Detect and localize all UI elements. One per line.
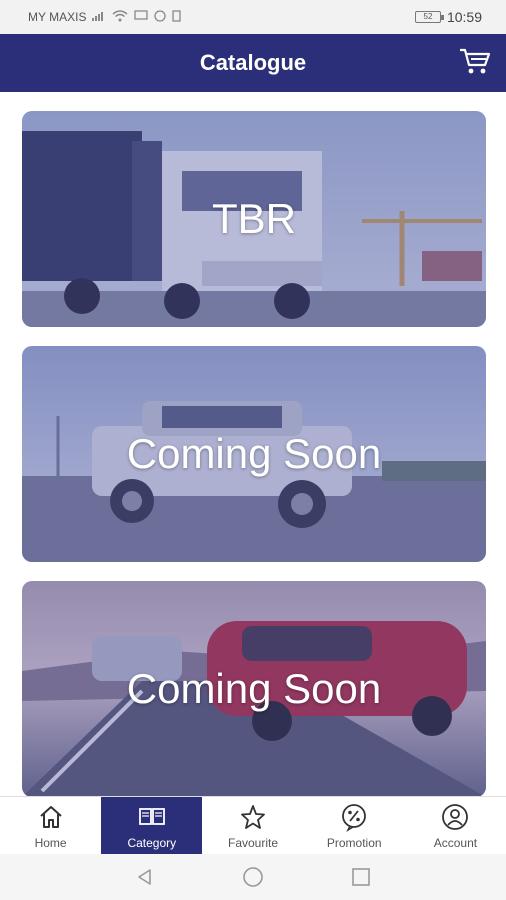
card-label: Coming Soon [126, 665, 382, 712]
carrier-label: MY MAXIS [28, 10, 87, 24]
card-label: TBR [212, 195, 296, 242]
book-icon [138, 807, 165, 825]
cast-icon [134, 10, 149, 24]
catalogue-card-tbr[interactable]: TBR [22, 111, 486, 327]
percent-badge-icon [342, 803, 367, 832]
back-icon[interactable] [130, 862, 160, 892]
bottom-nav: Home Category Favourite Promotion Accoun… [0, 796, 506, 854]
whatsapp-icon [154, 9, 167, 25]
shopping-cart-icon[interactable] [458, 46, 492, 76]
nav-label: Account [433, 835, 478, 850]
home-circle-icon[interactable] [238, 862, 268, 892]
catalogue-card-coming-soon[interactable]: Coming Soon [22, 581, 486, 796]
home-icon [39, 805, 62, 828]
star-icon [241, 804, 265, 829]
nav-label: Home [34, 835, 67, 850]
nav-label: Promotion [326, 835, 382, 850]
page-title: Catalogue [199, 50, 307, 75]
card-label: Coming Soon [126, 430, 382, 477]
status-time: 10:59 [446, 9, 482, 25]
nav-label: Favourite [227, 835, 279, 850]
nav-item-favourite[interactable]: Favourite [202, 797, 303, 854]
nav-item-category[interactable]: Category [101, 797, 203, 854]
status-right: 52 10:59 [414, 9, 482, 25]
device-icon [172, 9, 182, 25]
nav-item-home[interactable]: Home [0, 797, 101, 854]
signal-icon [92, 11, 106, 24]
battery-icon: 52 [414, 11, 444, 23]
status-bar: MY MAXIS 52 10:59 [0, 0, 506, 34]
recents-icon[interactable] [346, 862, 376, 892]
catalogue-list: TBR Coming Soon Coming Soon [0, 92, 506, 796]
nav-item-account[interactable]: Account [405, 797, 506, 854]
nav-label: Category [127, 835, 177, 850]
status-left: MY MAXIS [28, 9, 182, 25]
wifi-icon [112, 9, 128, 25]
nav-item-promotion[interactable]: Promotion [304, 797, 405, 854]
user-circle-icon [442, 803, 469, 830]
app-bar: Catalogue [0, 34, 506, 92]
catalogue-card-coming-soon[interactable]: Coming Soon [22, 346, 486, 562]
system-nav-bar [0, 854, 506, 900]
